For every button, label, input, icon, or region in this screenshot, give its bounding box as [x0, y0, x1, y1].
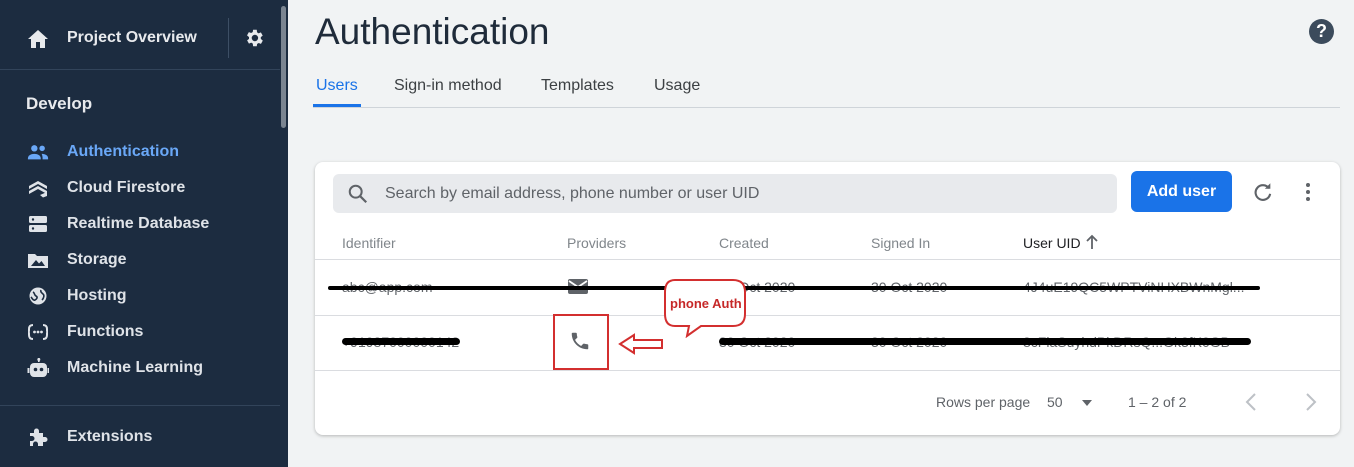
tab-templates[interactable]: Templates [541, 77, 614, 95]
extensions-icon [30, 428, 48, 446]
sidebar-item-extensions[interactable]: Extensions [0, 422, 280, 452]
sidebar-item-realtime-database[interactable]: Realtime Database [0, 209, 280, 239]
chevron-right-icon[interactable] [1304, 392, 1318, 412]
sidebar-item-label: Cloud Firestore [67, 179, 186, 196]
arrow-up-icon[interactable] [1085, 234, 1099, 250]
divider [0, 405, 280, 406]
divider [228, 18, 229, 58]
sidebar-item-label: Extensions [67, 428, 153, 445]
sidebar-scrollbar[interactable] [281, 6, 286, 128]
firestore-icon [29, 181, 47, 198]
gear-icon[interactable] [243, 27, 265, 49]
column-header-created[interactable]: Created [719, 235, 769, 251]
project-overview-link[interactable]: Project Overview [67, 29, 197, 47]
column-header-signed-in[interactable]: Signed In [871, 235, 930, 251]
redaction-line [328, 286, 1260, 290]
sidebar-item-cloud-firestore[interactable]: Cloud Firestore [0, 173, 280, 203]
highlight-box [553, 314, 609, 370]
sidebar: Project Overview Develop Authentication … [0, 0, 288, 467]
redaction-line [342, 338, 460, 345]
divider [315, 315, 1340, 316]
pagination-range: 1 – 2 of 2 [1128, 394, 1187, 410]
robot-icon [27, 358, 49, 377]
people-icon [27, 145, 49, 160]
divider [315, 370, 1340, 371]
rows-per-page-select[interactable]: 50 [1047, 394, 1063, 410]
chevron-left-icon[interactable] [1244, 392, 1258, 412]
sidebar-item-functions[interactable]: Functions [0, 317, 280, 347]
database-icon [29, 216, 47, 232]
sidebar-item-label: Authentication [67, 143, 179, 160]
divider [313, 107, 1340, 108]
sidebar-item-label: Realtime Database [67, 215, 210, 232]
tab-usage[interactable]: Usage [654, 77, 700, 95]
add-user-button[interactable]: Add user [1131, 171, 1232, 212]
page-title: Authentication [315, 11, 550, 52]
annotation-label: phone Auth [670, 296, 742, 311]
sidebar-item-authentication[interactable]: Authentication [0, 137, 280, 167]
arrow-left-icon [618, 333, 663, 355]
column-header-identifier[interactable]: Identifier [342, 235, 396, 251]
column-header-user-uid[interactable]: User UID [1023, 235, 1081, 251]
more-vert-icon[interactable] [1300, 181, 1316, 203]
sidebar-item-hosting[interactable]: Hosting [0, 281, 280, 311]
sidebar-item-label: Storage [67, 251, 127, 268]
functions-icon [27, 324, 49, 340]
folder-image-icon [28, 254, 48, 268]
section-develop: Develop [26, 94, 93, 113]
column-header-providers: Providers [567, 235, 627, 251]
tab-sign-in-method[interactable]: Sign-in method [394, 77, 502, 95]
sidebar-item-storage[interactable]: Storage [0, 245, 280, 275]
divider [315, 259, 1340, 260]
globe-icon [29, 287, 47, 305]
search-icon [348, 184, 368, 204]
refresh-icon[interactable] [1252, 181, 1274, 203]
help-icon[interactable]: ? [1309, 19, 1334, 44]
search-bar [333, 174, 1117, 213]
sidebar-item-label: Hosting [67, 287, 127, 304]
home-icon[interactable] [26, 28, 50, 50]
dropdown-arrow-icon[interactable] [1081, 399, 1093, 407]
sidebar-item-machine-learning[interactable]: Machine Learning [0, 353, 280, 383]
tab-users[interactable]: Users [316, 77, 358, 95]
search-input[interactable] [385, 174, 1105, 213]
sidebar-item-label: Functions [67, 323, 144, 340]
sidebar-item-label: Machine Learning [67, 359, 204, 376]
redaction-line [719, 338, 1251, 345]
users-table-card: Add user Identifier Providers Created Si… [315, 162, 1340, 435]
sidebar-header: Project Overview [0, 0, 280, 70]
rows-per-page-label: Rows per page [936, 394, 1031, 410]
